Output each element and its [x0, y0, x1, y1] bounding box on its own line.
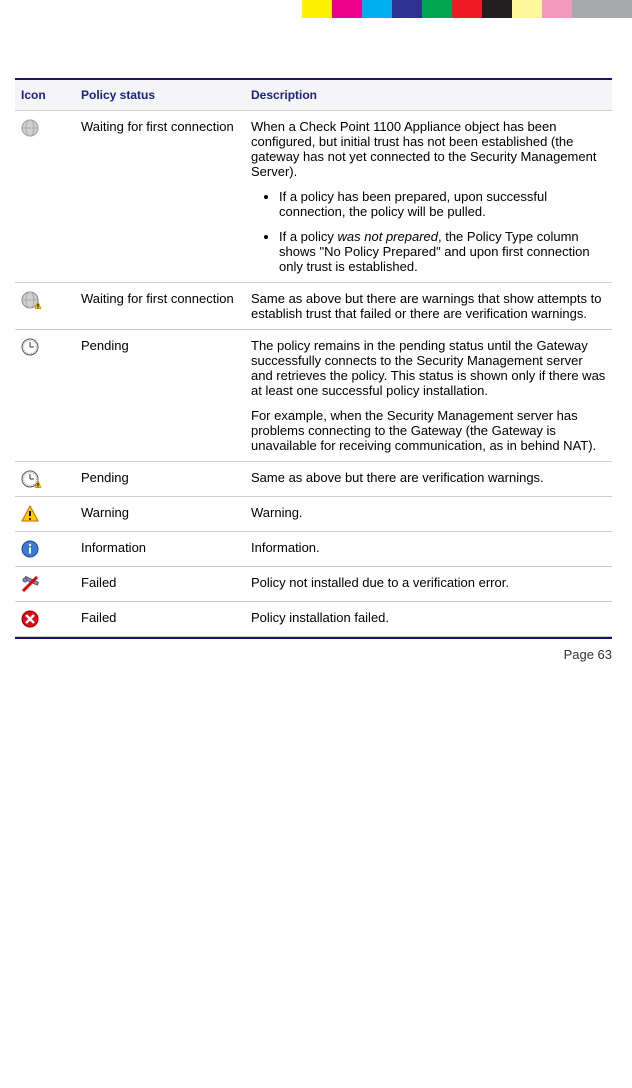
table-row: Pending The policy remains in the pendin… — [15, 330, 612, 462]
description-cell: Policy installation failed. — [245, 602, 612, 637]
table-row: Pending Same as above but there are veri… — [15, 462, 612, 497]
status-cell: Failed — [75, 602, 245, 637]
header-description: Description — [245, 80, 612, 111]
description-cell: Policy not installed due to a verificati… — [245, 567, 612, 602]
status-cell: Waiting for first connection — [75, 111, 245, 283]
header-status: Policy status — [75, 80, 245, 111]
table-row: Information Information. — [15, 532, 612, 567]
page-number: Page 63 — [0, 647, 612, 662]
clock-warn-icon — [21, 470, 69, 488]
policy-status-table: Icon Policy status Description Waiting f… — [15, 80, 612, 637]
table-row: Waiting for first connection Same as abo… — [15, 283, 612, 330]
status-cell: Information — [75, 532, 245, 567]
status-cell: Pending — [75, 462, 245, 497]
warning-icon — [21, 505, 69, 523]
bullet-item: If a policy has been prepared, upon succ… — [279, 189, 606, 219]
status-cell: Waiting for first connection — [75, 283, 245, 330]
description-cell: Information. — [245, 532, 612, 567]
table-row: Failed Policy installation failed. — [15, 602, 612, 637]
color-bar — [0, 0, 632, 18]
header-icon: Icon — [15, 80, 75, 111]
status-cell: Failed — [75, 567, 245, 602]
cross-icon — [21, 610, 69, 628]
clock-icon — [21, 338, 69, 356]
description-cell: When a Check Point 1100 Appliance object… — [245, 111, 612, 283]
info-icon — [21, 540, 69, 558]
description-cell: Same as above but there are verification… — [245, 462, 612, 497]
description-cell: Warning. — [245, 497, 612, 532]
description-cell: Same as above but there are warnings tha… — [245, 283, 612, 330]
bullet-item: If a policy was not prepared, the Policy… — [279, 229, 606, 274]
tool-fail-icon — [21, 575, 69, 593]
status-cell: Pending — [75, 330, 245, 462]
table-row: Warning Warning. — [15, 497, 612, 532]
table-header-row: Icon Policy status Description — [15, 80, 612, 111]
table-row: Waiting for first connection When a Chec… — [15, 111, 612, 283]
description-cell: The policy remains in the pending status… — [245, 330, 612, 462]
main-content: Icon Policy status Description Waiting f… — [15, 78, 612, 639]
table-row: Failed Policy not installed due to a ver… — [15, 567, 612, 602]
status-cell: Warning — [75, 497, 245, 532]
globe-gray-icon — [21, 119, 69, 137]
globe-warn-icon — [21, 291, 69, 309]
